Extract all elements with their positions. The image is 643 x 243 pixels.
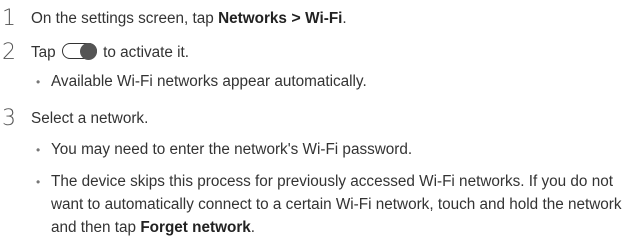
bullet-text: The device skips this process for previo…	[51, 170, 636, 239]
step-number: 2	[2, 40, 16, 65]
bullet-text: Available Wi-Fi networks appear automati…	[51, 73, 367, 90]
step-text-after: to activate it.	[98, 44, 190, 61]
menu-networks: Networks	[218, 10, 287, 27]
step-text: Select a network.	[31, 110, 149, 127]
bullet-text-main: The device skips this process for previo…	[51, 173, 622, 236]
toggle-switch-icon	[61, 43, 97, 60]
bullet-dot: •	[36, 75, 41, 89]
bullet-dot: •	[36, 143, 41, 157]
step-text-before: Tap	[31, 44, 60, 61]
step-text: Tap to activate it.	[31, 43, 189, 63]
bullet-text-end: .	[250, 219, 256, 236]
bullet-dot: •	[36, 175, 41, 189]
step-number: 3	[2, 106, 16, 131]
menu-wifi: Wi-Fi	[305, 10, 343, 27]
bullet-text: You may need to enter the network's Wi-F…	[51, 141, 413, 158]
step-text-after: .	[342, 10, 347, 27]
step-text-before: On the settings screen, tap	[31, 10, 219, 27]
step-number: 1	[2, 6, 16, 31]
toggle-knob	[79, 43, 97, 60]
step-text: On the settings screen, tap Networks > W…	[31, 9, 347, 29]
forget-network-label: Forget network	[140, 219, 251, 236]
separator-chevron: >	[286, 10, 306, 27]
